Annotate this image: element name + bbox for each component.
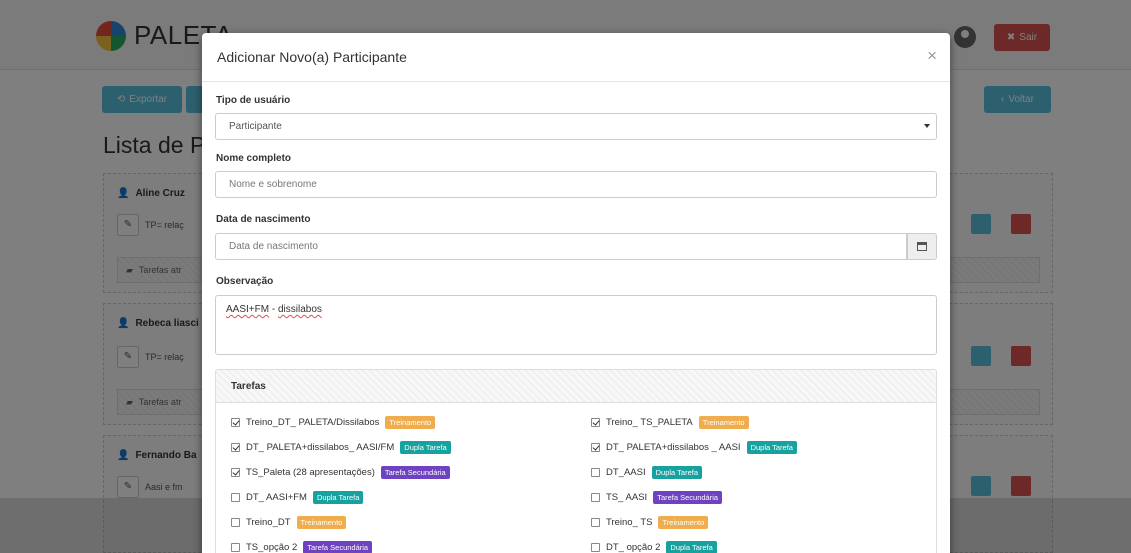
task-checkbox[interactable] bbox=[231, 418, 240, 427]
birth-date-placeholder: Data de nascimento bbox=[229, 241, 318, 252]
add-participant-modal: Adicionar Novo(a) Participante × Tipo de… bbox=[202, 33, 950, 553]
tasks-panel: Tarefas Treino_DT_ PALETA/Dissilabos Trei… bbox=[215, 369, 937, 553]
close-icon[interactable]: × bbox=[927, 47, 937, 64]
full-name-placeholder: Nome e sobrenome bbox=[229, 179, 317, 190]
task-checkbox[interactable] bbox=[231, 543, 240, 552]
task-type-badge: Dupla Tarefa bbox=[400, 441, 451, 454]
task-item[interactable]: Treino_DT Treinamento bbox=[231, 516, 347, 529]
modal-title: Adicionar Novo(a) Participante bbox=[217, 49, 407, 65]
task-item[interactable]: Treino_ TS_PALETA Treinamento bbox=[591, 416, 749, 429]
task-label: DT_ AASI+FM bbox=[246, 492, 307, 503]
task-label: Treino_DT_ PALETA/Dissilabos bbox=[246, 417, 380, 428]
task-type-badge: Tarefa Secundária bbox=[380, 466, 450, 479]
task-type-badge: Dupla Tarefa bbox=[746, 441, 797, 454]
task-item[interactable]: Treino_DT_ PALETA/Dissilabos Treinamento bbox=[231, 416, 436, 429]
calendar-button[interactable] bbox=[907, 233, 937, 260]
task-checkbox[interactable] bbox=[231, 518, 240, 527]
task-label: DT_ PALETA+dissilabos _ AASI bbox=[606, 442, 741, 453]
task-label: TS_ AASI bbox=[606, 492, 648, 503]
user-type-label: Tipo de usuário bbox=[216, 95, 291, 106]
task-label: DT_ PALETA+dissilabos_ AASI/FM bbox=[246, 442, 395, 453]
birth-date-label: Data de nascimento bbox=[216, 214, 311, 225]
task-checkbox[interactable] bbox=[591, 518, 600, 527]
task-label: Treino_DT bbox=[246, 517, 291, 528]
calendar-icon bbox=[917, 242, 927, 251]
task-item[interactable]: TS_Paleta (28 apresentações) Tarefa Secun… bbox=[231, 466, 450, 479]
task-type-badge: Tarefa Secundária bbox=[653, 491, 723, 504]
task-type-badge: Dupla Tarefa bbox=[666, 541, 717, 553]
observation-text-a: AASI+FM bbox=[226, 304, 270, 315]
task-checkbox[interactable] bbox=[591, 418, 600, 427]
task-label: DT_AASI bbox=[606, 467, 646, 478]
task-type-badge: Dupla Tarefa bbox=[312, 491, 364, 504]
observation-text-b: dissilabos bbox=[277, 304, 322, 315]
task-checkbox[interactable] bbox=[591, 543, 600, 552]
tasks-panel-title: Tarefas bbox=[216, 370, 936, 403]
modal-divider bbox=[202, 81, 950, 82]
chevron-down-icon bbox=[924, 124, 930, 128]
task-item[interactable]: DT_ AASI+FM Dupla Tarefa bbox=[231, 491, 364, 504]
observation-label: Observação bbox=[216, 276, 274, 287]
task-checkbox[interactable] bbox=[231, 443, 240, 452]
task-checkbox[interactable] bbox=[231, 468, 240, 477]
task-label: Treino_ TS_PALETA bbox=[606, 417, 693, 428]
task-label: DT_ opção 2 bbox=[606, 542, 661, 553]
task-item[interactable]: Treino_ TS Treinamento bbox=[591, 516, 709, 529]
full-name-label: Nome completo bbox=[216, 153, 292, 164]
task-item[interactable]: DT_ PALETA+dissilabos _ AASI Dupla Tarefa bbox=[591, 441, 797, 454]
task-item[interactable]: DT_ PALETA+dissilabos_ AASI/FM Dupla Tare… bbox=[231, 441, 451, 454]
task-item[interactable]: DT_ opção 2 Dupla Tarefa bbox=[591, 541, 717, 553]
task-type-badge: Dupla Tarefa bbox=[651, 466, 702, 479]
task-type-badge: Treinamento bbox=[296, 516, 347, 529]
user-type-value: Participante bbox=[229, 121, 282, 132]
observation-separator: - bbox=[269, 304, 278, 315]
task-checkbox[interactable] bbox=[591, 468, 600, 477]
task-type-badge: Treinamento bbox=[658, 516, 709, 529]
task-label: TS_Paleta (28 apresentações) bbox=[246, 467, 375, 478]
full-name-input[interactable]: Nome e sobrenome bbox=[215, 171, 937, 198]
task-item[interactable]: DT_AASI Dupla Tarefa bbox=[591, 466, 702, 479]
task-type-badge: Treinamento bbox=[385, 416, 436, 429]
task-label: TS_opção 2 bbox=[246, 542, 298, 553]
task-type-badge: Treinamento bbox=[698, 416, 749, 429]
task-checkbox[interactable] bbox=[591, 443, 600, 452]
task-checkbox[interactable] bbox=[591, 493, 600, 502]
task-label: Treino_ TS bbox=[606, 517, 653, 528]
birth-date-input[interactable]: Data de nascimento bbox=[215, 233, 907, 260]
task-item[interactable]: TS_opção 2 Tarefa Secundária bbox=[231, 541, 373, 553]
observation-textarea[interactable]: AASI+FM - dissilabos bbox=[215, 295, 937, 355]
task-checkbox[interactable] bbox=[231, 493, 240, 502]
task-type-badge: Tarefa Secundária bbox=[303, 541, 373, 553]
user-type-select[interactable]: Participante bbox=[215, 113, 937, 140]
task-item[interactable]: TS_ AASI Tarefa Secundária bbox=[591, 491, 723, 504]
